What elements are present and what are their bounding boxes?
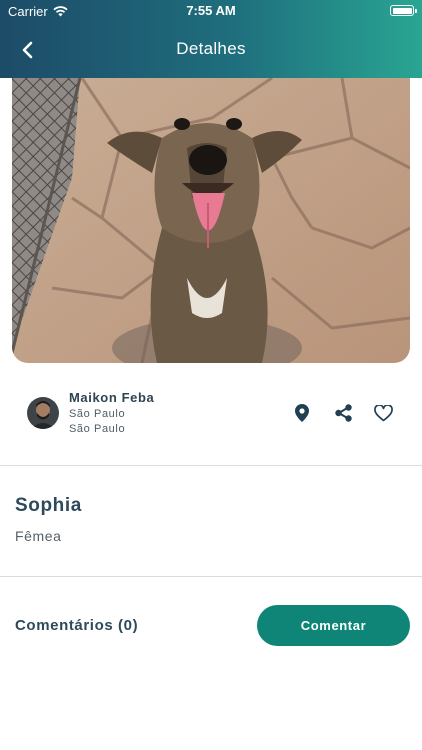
owner-info: Maikon Feba São Paulo São Paulo xyxy=(0,385,422,443)
owner-state: São Paulo xyxy=(69,423,126,435)
avatar-image xyxy=(27,397,59,429)
owner-name[interactable]: Maikon Feba xyxy=(69,390,154,405)
page-title: Detalhes xyxy=(176,39,246,58)
location-button[interactable] xyxy=(291,402,313,424)
pet-sex: Fêmea xyxy=(15,528,62,544)
comment-button[interactable]: Comentar xyxy=(257,605,410,646)
pet-photo xyxy=(12,78,410,363)
status-time: 7:55 AM xyxy=(186,3,236,18)
divider xyxy=(0,576,422,577)
dog-image xyxy=(12,78,410,363)
nav-bar: Detalhes xyxy=(0,28,422,72)
battery-icon xyxy=(390,5,417,16)
location-pin-icon xyxy=(295,404,309,422)
status-bar: Carrier 7:55 AM xyxy=(0,0,422,22)
heart-icon xyxy=(373,404,393,421)
divider xyxy=(0,465,422,466)
app-header: Carrier 7:55 AM Detalhes xyxy=(0,0,422,78)
share-icon xyxy=(334,404,352,422)
comments-count-label[interactable]: Comentários (0) xyxy=(15,617,138,634)
share-button[interactable] xyxy=(332,402,354,424)
avatar[interactable] xyxy=(27,397,59,429)
owner-city: São Paulo xyxy=(69,408,126,420)
favorite-button[interactable] xyxy=(372,402,394,424)
pet-name: Sophia xyxy=(15,495,82,516)
